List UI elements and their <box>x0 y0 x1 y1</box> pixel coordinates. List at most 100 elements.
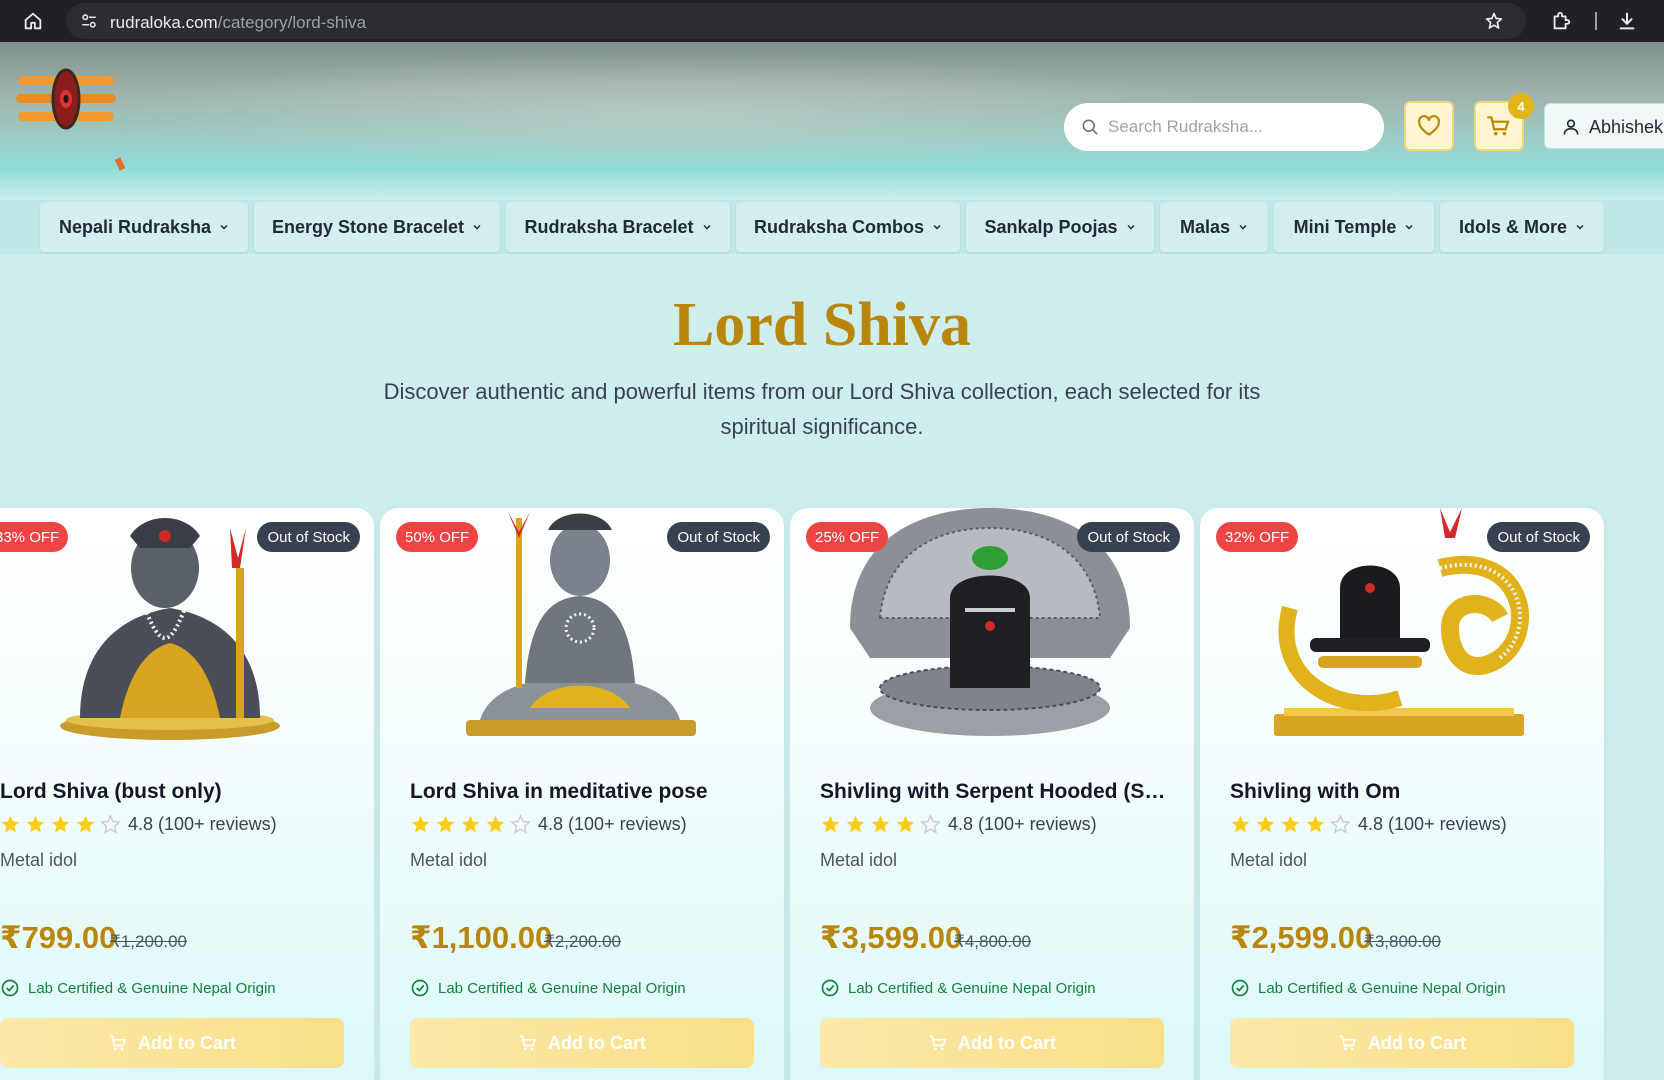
product-card[interactable]: 33% OFF Out of Stock Lord Shiva (bust on… <box>0 508 374 1080</box>
nav-item-mini-temple[interactable]: Mini Temple <box>1274 202 1434 252</box>
star-filled-icon <box>486 815 505 833</box>
rating-text: 4.8 (100+ reviews) <box>1358 814 1507 834</box>
star-filled-icon <box>1231 815 1250 833</box>
add-to-cart-label: Add to Cart <box>138 1032 236 1053</box>
discount-badge: 32% OFF <box>1216 522 1299 552</box>
discount-badge: 50% OFF <box>396 522 479 552</box>
nav-item-label: Rudraksha Bracelet <box>524 216 694 237</box>
chevron-down-icon <box>1576 224 1584 230</box>
rating-stars <box>1230 814 1351 835</box>
product-mrp: ₹4,800.00 <box>954 932 1031 951</box>
nav-item-rudraksha-combos[interactable]: Rudraksha Combos <box>736 202 960 252</box>
cart-icon <box>109 1035 126 1051</box>
certification-note: Lab Certified & Genuine Nepal Origin <box>0 978 276 998</box>
stock-status-badge: Out of Stock <box>1077 522 1180 552</box>
product-card[interactable]: 50% OFF Out of Stock Lord Shiva in medit… <box>380 508 784 1080</box>
chevron-down-icon <box>703 224 711 230</box>
url-path: /category/lord-shiva <box>217 13 367 32</box>
star-filled-icon <box>1 815 20 833</box>
add-to-cart-button[interactable]: Add to Cart <box>0 1018 344 1068</box>
star-filled-icon <box>436 815 455 833</box>
product-name[interactable]: Lord Shiva in meditative pose <box>410 780 758 804</box>
extensions-icon[interactable] <box>1550 10 1572 32</box>
star-empty-icon <box>510 814 531 834</box>
user-icon <box>1563 119 1579 135</box>
nav-item-nepali-rudraksha[interactable]: Nepali Rudraksha <box>40 202 248 252</box>
star-empty-icon <box>920 814 941 834</box>
product-mrp: ₹2,200.00 <box>544 932 621 951</box>
star-filled-icon <box>461 815 480 833</box>
download-icon[interactable] <box>1616 10 1638 32</box>
product-mrp: ₹1,200.00 <box>110 932 187 951</box>
nav-item-label: Malas <box>1179 216 1231 237</box>
user-account-button[interactable]: Abhishek <box>1544 103 1664 149</box>
check-circle-icon <box>1231 979 1249 997</box>
star-filled-icon <box>821 815 840 833</box>
product-type: Metal idol <box>1230 850 1308 870</box>
product-card[interactable]: 32% OFF Out of Stock Shivling with Om 4.… <box>1200 508 1604 1080</box>
nav-item-label: Idols & More <box>1458 216 1567 237</box>
star-filled-icon <box>1256 815 1275 833</box>
certification-note: Lab Certified & Genuine Nepal Origin <box>410 978 686 998</box>
stock-status-badge: Out of Stock <box>667 522 770 552</box>
chevron-down-icon <box>933 224 941 230</box>
star-filled-icon <box>1306 815 1325 833</box>
address-bar[interactable]: rudraloka.com/category/lord-shiva <box>66 3 1526 39</box>
nav-item-label: Sankalp Poojas <box>984 216 1118 237</box>
search-input[interactable] <box>1108 103 1372 151</box>
product-mrp: ₹3,800.00 <box>1364 932 1441 951</box>
star-filled-icon <box>846 815 865 833</box>
url-domain: rudraloka.com <box>110 13 218 32</box>
nav-item-idols-and-more[interactable]: Idols & More <box>1440 202 1604 252</box>
add-to-cart-label: Add to Cart <box>1368 1032 1466 1053</box>
cart-icon <box>1339 1035 1356 1051</box>
page-description: Discover authentic and powerful items fr… <box>383 379 1261 439</box>
product-price: ₹3,599.00 <box>820 920 963 955</box>
logo-accent-mark <box>114 157 126 171</box>
rating-text: 4.8 (100+ reviews) <box>538 814 687 834</box>
browser-toolbar: rudraloka.com/category/lord-shiva <box>0 0 1664 42</box>
rating-stars <box>0 814 121 835</box>
toolbar-divider <box>1595 12 1597 30</box>
star-filled-icon <box>1281 815 1300 833</box>
star-filled-icon <box>76 815 95 833</box>
cart-icon <box>1487 116 1510 136</box>
bookmark-star-icon[interactable] <box>1484 11 1504 31</box>
search-box[interactable] <box>1064 103 1384 151</box>
product-price: ₹1,100.00 <box>410 920 553 955</box>
add-to-cart-button[interactable]: Add to Cart <box>1230 1018 1574 1068</box>
cart-icon <box>929 1035 946 1051</box>
star-filled-icon <box>411 815 430 833</box>
site-header: 4 Abhishek <box>0 42 1664 200</box>
product-type: Metal idol <box>410 850 488 870</box>
star-empty-icon <box>100 814 121 834</box>
product-name[interactable]: Shivling with Serpent Hooded (Sil... <box>820 780 1168 804</box>
heart-icon <box>1418 115 1440 136</box>
wishlist-button[interactable] <box>1404 101 1454 151</box>
user-name: Abhishek <box>1589 117 1664 137</box>
nav-item-label: Nepali Rudraksha <box>58 216 212 237</box>
certification-note: Lab Certified & Genuine Nepal Origin <box>1230 978 1506 998</box>
stock-status-badge: Out of Stock <box>1487 522 1590 552</box>
site-info-icon[interactable] <box>80 12 98 30</box>
discount-badge: 25% OFF <box>806 522 889 552</box>
chevron-down-icon <box>1127 224 1135 230</box>
cart-icon <box>519 1035 536 1051</box>
home-icon[interactable] <box>22 10 44 32</box>
add-to-cart-button[interactable]: Add to Cart <box>820 1018 1164 1068</box>
product-name[interactable]: Lord Shiva (bust only) <box>0 780 348 804</box>
product-card[interactable]: 25% OFF Out of Stock Shivling with Serpe… <box>790 508 1194 1080</box>
discount-badge: 33% OFF <box>0 522 69 552</box>
nav-item-rudraksha-bracelet[interactable]: Rudraksha Bracelet <box>506 202 730 252</box>
rudraloka-logo[interactable] <box>14 66 120 132</box>
star-filled-icon <box>896 815 915 833</box>
product-name[interactable]: Shivling with Om <box>1230 780 1578 804</box>
add-to-cart-label: Add to Cart <box>548 1032 646 1053</box>
nav-item-malas[interactable]: Malas <box>1160 202 1268 252</box>
nav-item-energy-stone-bracelet[interactable]: Energy Stone Bracelet <box>254 202 500 252</box>
nav-item-sankalp-poojas[interactable]: Sankalp Poojas <box>966 202 1154 252</box>
certification-text: Lab Certified & Genuine Nepal Origin <box>1258 979 1506 997</box>
product-price: ₹799.00 <box>0 920 117 955</box>
add-to-cart-button[interactable]: Add to Cart <box>410 1018 754 1068</box>
star-filled-icon <box>51 815 70 833</box>
